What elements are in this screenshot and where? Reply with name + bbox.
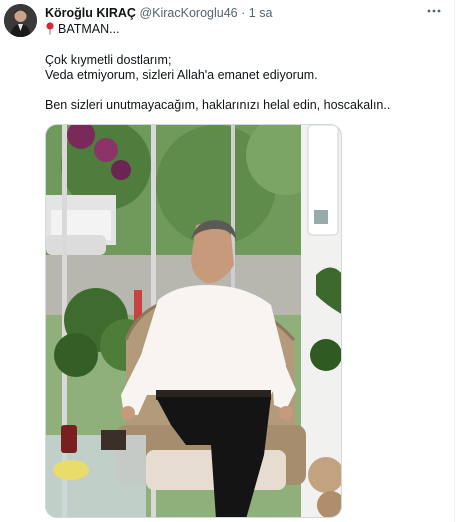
tweet-header: Köroğlu KIRAÇ @KiracKoroglu46 · 1 sa (45, 6, 272, 21)
avatar[interactable] (4, 4, 37, 37)
separator-dot: · (241, 6, 246, 20)
photo-image (46, 125, 341, 517)
tweet-photo[interactable] (45, 124, 342, 518)
avatar-image (4, 4, 37, 37)
user-handle[interactable]: @KiracKoroglu46 (139, 6, 237, 20)
location-text: BATMAN... (58, 22, 120, 36)
tweet-line-1: Çok kıymetli dostlarım; (45, 53, 172, 67)
tweet-line-2: Veda etmiyorum, sizleri Allah'a emanet e… (45, 68, 318, 82)
more-horizontal-icon[interactable] (426, 5, 442, 17)
tweet-line-3: Ben sizleri unutmayacağım, haklarınızı h… (45, 98, 391, 112)
display-name[interactable]: Köroğlu KIRAÇ (45, 6, 136, 20)
round-pushpin-icon (46, 22, 54, 35)
timestamp[interactable]: 1 sa (249, 6, 273, 20)
tweet-card[interactable]: Köroğlu KIRAÇ @KiracKoroglu46 · 1 sa BAT… (0, 0, 455, 522)
location-line: BATMAN... (45, 22, 120, 37)
